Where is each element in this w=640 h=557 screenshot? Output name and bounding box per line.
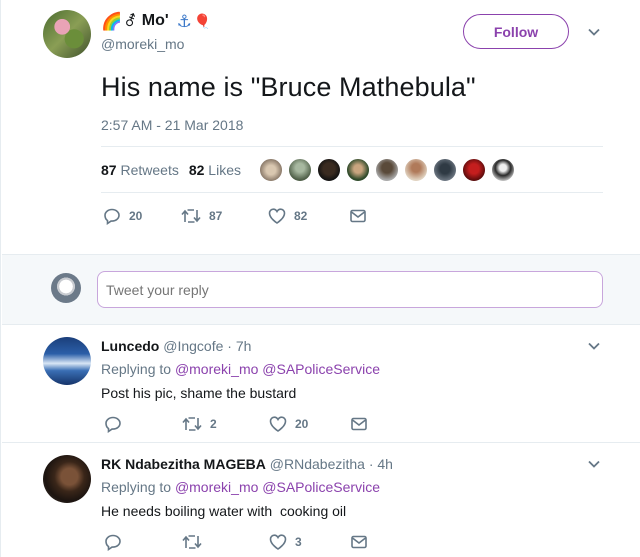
reply-tweet[interactable]: Luncedo @Ingcofe · 7h Replying to @morek… — [2, 325, 640, 443]
mention-link[interactable]: @moreki_mo — [175, 361, 258, 377]
retweet-button[interactable]: 2 — [182, 416, 269, 432]
reply-count: 20 — [129, 209, 143, 223]
liker-avatar[interactable] — [462, 158, 486, 182]
anchor-emoji: ⚓ — [176, 11, 192, 31]
liker-avatar[interactable] — [288, 158, 312, 182]
retweet-icon — [182, 417, 202, 431]
retweets-stat[interactable]: 87 Retweets — [101, 162, 179, 178]
liker-avatar[interactable] — [317, 158, 341, 182]
like-button[interactable]: 20 — [269, 416, 351, 432]
chevron-down-icon[interactable] — [587, 339, 601, 353]
reply-tweet[interactable]: RK Ndabezitha MAGEBA @RNdabezitha · 4h R… — [2, 443, 640, 557]
reply-button[interactable] — [104, 533, 182, 551]
likes-stat[interactable]: 82 Likes — [189, 162, 241, 178]
liker-avatar[interactable] — [404, 158, 428, 182]
reply-button[interactable]: 20 — [103, 207, 181, 225]
replying-to: Replying to @moreki_mo @SAPoliceService — [101, 479, 380, 495]
envelope-icon — [351, 417, 367, 431]
liker-avatar[interactable] — [375, 158, 399, 182]
reply-avatar[interactable] — [43, 455, 91, 503]
display-name: Mo' — [141, 12, 169, 29]
tweet-stats: 87 Retweets 82 Likes — [101, 162, 241, 178]
mention-link[interactable]: @moreki_mo — [175, 479, 258, 495]
divider — [101, 146, 603, 147]
liker-avatars — [259, 158, 515, 182]
divider — [101, 192, 603, 193]
retweet-count: 87 — [209, 209, 223, 223]
author-handle[interactable]: @moreki_mo — [101, 36, 184, 52]
reply-display-name: Luncedo — [101, 338, 160, 354]
like-button[interactable]: 82 — [268, 208, 350, 224]
reply-handle: @Ingcofe — [163, 338, 224, 354]
like-count: 20 — [295, 417, 309, 431]
direct-message-button[interactable] — [351, 417, 367, 431]
retweet-icon — [182, 535, 202, 549]
tweet-timestamp[interactable]: 2:57 AM - 21 Mar 2018 — [101, 117, 243, 133]
reply-text: He needs boiling water with cooking oil — [101, 503, 347, 519]
liker-avatar[interactable] — [491, 158, 515, 182]
tweet-page: 🌈 ⚦ Mo' ⚓ 🎈 @moreki_mo Follow His name i… — [0, 0, 640, 557]
reply-time[interactable]: · 4h — [369, 456, 393, 472]
retweet-button[interactable]: 87 — [181, 208, 268, 224]
reply-author[interactable]: Luncedo @Ingcofe · 7h — [101, 338, 251, 354]
gender-symbol-emoji: ⚦ — [124, 12, 137, 30]
rainbow-emoji: 🌈 — [101, 11, 123, 31]
reply-input[interactable] — [97, 271, 603, 308]
author-avatar[interactable] — [43, 10, 91, 58]
reply-author[interactable]: RK Ndabezitha MAGEBA @RNdabezitha · 4h — [101, 456, 393, 472]
balloon-emoji: 🎈 — [193, 13, 212, 29]
reply-icon — [105, 534, 121, 551]
heart-icon — [268, 208, 286, 224]
tweet-actions: 20 87 82 — [103, 207, 366, 225]
reply-display-name: RK Ndabezitha MAGEBA — [101, 456, 266, 472]
reply-time[interactable]: · 7h — [227, 338, 251, 354]
reply-button[interactable] — [104, 415, 182, 433]
retweet-count: 2 — [210, 417, 217, 431]
reply-handle: @RNdabezitha — [269, 456, 365, 472]
reply-text: Post his pic, shame the bustard — [101, 385, 297, 401]
mention-link[interactable]: @SAPoliceService — [262, 361, 380, 377]
mention-link[interactable]: @SAPoliceService — [262, 479, 380, 495]
reply-actions: 3 — [104, 533, 367, 551]
retweet-icon — [181, 209, 201, 223]
reply-avatar[interactable] — [43, 337, 91, 385]
reply-actions: 2 20 — [104, 415, 367, 433]
envelope-icon — [351, 535, 367, 549]
heart-icon — [269, 416, 287, 432]
liker-avatar[interactable] — [346, 158, 370, 182]
direct-message-button[interactable] — [350, 209, 366, 223]
chevron-down-icon[interactable] — [587, 457, 601, 471]
replying-to: Replying to @moreki_mo @SAPoliceService — [101, 361, 380, 377]
author-name[interactable]: 🌈 ⚦ Mo' ⚓ 🎈 — [101, 12, 211, 30]
direct-message-button[interactable] — [351, 535, 367, 549]
reply-icon — [105, 416, 121, 433]
liker-avatar[interactable] — [259, 158, 283, 182]
retweet-button[interactable] — [182, 534, 269, 550]
like-count: 82 — [294, 209, 308, 223]
like-count: 3 — [295, 535, 302, 549]
envelope-icon — [350, 209, 366, 223]
tweet-text: His name is "Bruce Mathebula" — [101, 72, 476, 102]
heart-icon — [269, 534, 287, 550]
like-button[interactable]: 3 — [269, 534, 351, 550]
reply-icon — [104, 208, 120, 225]
chevron-down-icon[interactable] — [587, 25, 601, 39]
liker-avatar[interactable] — [433, 158, 457, 182]
current-user-avatar — [51, 273, 81, 303]
follow-button[interactable]: Follow — [463, 14, 569, 49]
